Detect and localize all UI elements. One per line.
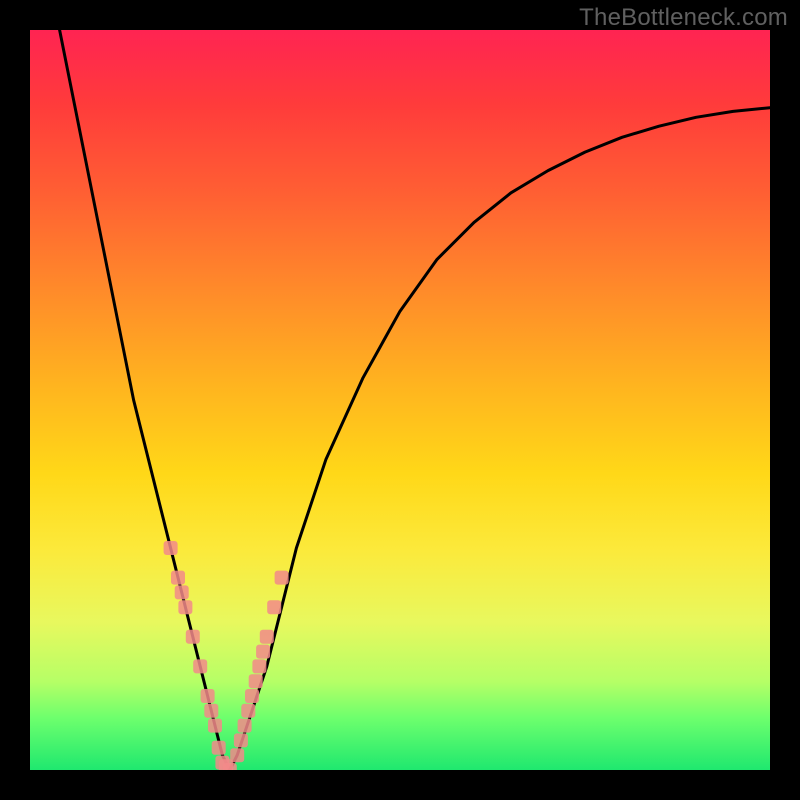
chart-container: TheBottleneck.com xyxy=(0,0,800,800)
marker-point xyxy=(208,719,222,733)
marker-point xyxy=(245,689,259,703)
marker-point xyxy=(175,585,189,599)
marker-point xyxy=(204,704,218,718)
marker-point xyxy=(223,763,237,770)
marker-point xyxy=(230,748,244,762)
marker-point xyxy=(171,571,185,585)
marker-point xyxy=(260,630,274,644)
marker-group xyxy=(164,541,289,770)
plot-area xyxy=(30,30,770,770)
marker-point xyxy=(178,600,192,614)
marker-point xyxy=(238,719,252,733)
bottleneck-curve xyxy=(60,30,770,770)
marker-point xyxy=(267,600,281,614)
watermark-text: TheBottleneck.com xyxy=(579,4,788,32)
marker-point xyxy=(241,704,255,718)
marker-point xyxy=(212,741,226,755)
marker-point xyxy=(249,674,263,688)
plot-svg xyxy=(30,30,770,770)
marker-point xyxy=(256,645,270,659)
marker-point xyxy=(186,630,200,644)
marker-point xyxy=(164,541,178,555)
marker-point xyxy=(201,689,215,703)
marker-point xyxy=(252,659,266,673)
marker-point xyxy=(275,571,289,585)
marker-point xyxy=(193,659,207,673)
marker-point xyxy=(234,733,248,747)
